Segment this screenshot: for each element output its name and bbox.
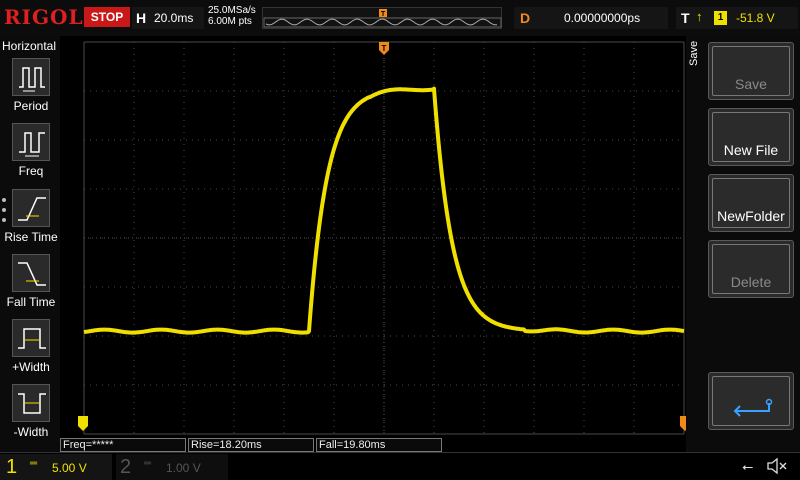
channel-1-number: 1 [6, 456, 18, 478]
trigger-source: 1 [714, 11, 727, 25]
rise-time-button[interactable] [12, 189, 50, 227]
frequency-button[interactable] [12, 123, 50, 161]
fall-time-button[interactable] [12, 254, 50, 292]
scroll-dot [2, 218, 6, 222]
rise-measurement: Rise=18.20ms [188, 438, 314, 452]
usb-icon: ⭠ [742, 458, 754, 474]
fall-time-label: Fall Time [6, 295, 56, 309]
return-button[interactable] [708, 372, 794, 430]
channel-2-scale: 1.00 V [166, 461, 201, 475]
channel-2-number: 2 [120, 456, 132, 478]
positive-width-button[interactable] [12, 319, 50, 357]
new-file-button-label: New File [723, 142, 779, 158]
brand-logo: RIGOL [4, 5, 84, 29]
channel-1-scale: 5.00 V [52, 461, 87, 475]
period-label: Period [13, 99, 49, 113]
rising-edge-icon: ↑ [696, 9, 703, 24]
save-button[interactable]: Save [708, 42, 794, 100]
delete-button-label: Delete [730, 274, 772, 290]
positive-width-icon [18, 328, 46, 349]
dc-coupling-icon: ═ [30, 458, 38, 469]
channel-1-offset-marker [78, 416, 88, 431]
channel-1-box[interactable]: 1 ═ 5.00 V [0, 454, 112, 480]
scroll-dot [2, 198, 6, 202]
scroll-dot [2, 208, 6, 212]
fall-measurement: Fall=19.80ms [316, 438, 442, 452]
rise-time-label: Rise Time [4, 230, 58, 244]
trigger-label: T [681, 10, 690, 26]
fall-time-icon [18, 262, 46, 286]
frequency-label: Freq [18, 164, 44, 178]
dc-coupling-icon: ═ [144, 458, 152, 469]
rise-time-icon [18, 197, 46, 221]
delay-label: D [520, 10, 531, 26]
measure-category-title: Horizontal [2, 39, 57, 53]
save-menu-title: Save [688, 40, 700, 66]
new-file-button[interactable]: New File [708, 108, 794, 166]
period-icon [19, 67, 45, 92]
channel-2-box[interactable]: 2 ═ 1.00 V [116, 454, 228, 480]
top-status-bar: RIGOL STOP H 20.0ms 25.0MSa/s 6.00M pts … [0, 0, 800, 36]
positive-width-label: +Width [12, 360, 50, 374]
trigger-position-marker: T [379, 9, 387, 18]
new-folder-button-label: NewFolder [717, 208, 785, 224]
negative-width-label: -Width [13, 425, 49, 439]
memory-position-bar[interactable]: T [262, 7, 502, 29]
horizontal-label: H [136, 10, 147, 26]
svg-text:T: T [381, 11, 386, 18]
delete-button[interactable]: Delete [708, 240, 794, 298]
frequency-icon [19, 132, 45, 157]
waveform-grid: T [78, 41, 690, 435]
sample-rate: 25.0MSa/s [208, 5, 256, 16]
trigger-level: -51.8 V [736, 11, 775, 25]
save-button-label: Save [735, 76, 767, 92]
memory-waveform-overview: T [263, 9, 502, 28]
freq-measurement: Freq=***** [60, 438, 186, 452]
return-arrow-icon [733, 398, 773, 417]
waveform-display[interactable]: T [62, 40, 702, 436]
run-stop-status[interactable]: STOP [84, 7, 130, 27]
speaker-mute-icon[interactable] [766, 456, 788, 476]
new-folder-button[interactable]: NewFolder [708, 174, 794, 232]
delay-value: 0.00000000ps [564, 11, 641, 25]
sample-info: 25.0MSa/s 6.00M pts [208, 5, 256, 27]
negative-width-button[interactable] [12, 384, 50, 422]
timebase-box[interactable]: H 20.0ms [132, 7, 204, 29]
memory-depth: 6.00M pts [208, 16, 252, 27]
negative-width-icon [18, 393, 46, 414]
trigger-time-marker-label: T [382, 44, 387, 53]
delay-box[interactable]: D 0.00000000ps [514, 7, 668, 29]
timebase-value: 20.0ms [154, 11, 194, 25]
period-button[interactable] [12, 58, 50, 96]
